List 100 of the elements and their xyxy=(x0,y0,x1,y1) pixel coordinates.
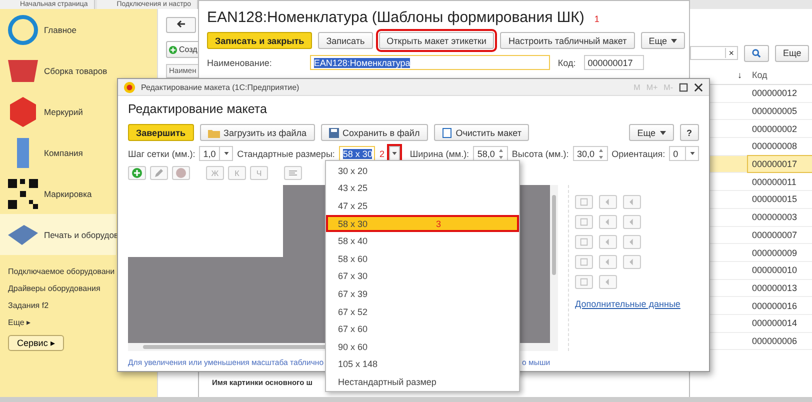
window-title: Редактирование макета (1С:Предприятие) xyxy=(141,82,300,92)
layout-tool-button[interactable] xyxy=(575,235,593,249)
sidebar-link[interactable]: Задания f2 xyxy=(8,301,49,310)
column-header[interactable]: Код xyxy=(748,70,768,80)
service-button[interactable]: Сервис ▸ xyxy=(8,335,64,351)
code-field[interactable]: 000000017 xyxy=(584,55,644,70)
dropdown-item[interactable]: 105 x 148 xyxy=(326,356,519,374)
toolbar-button[interactable]: Открыть макет этикетки xyxy=(378,32,494,49)
dropdown-item[interactable]: 58 x 40 xyxy=(326,232,519,250)
dropdown-item[interactable]: 58 x 30 3 xyxy=(326,214,519,232)
folder-icon xyxy=(208,128,220,138)
layout-tool-button[interactable] xyxy=(599,275,617,289)
plus-icon xyxy=(132,168,142,178)
layout-tool-button[interactable] xyxy=(599,255,617,269)
layout-tool-button[interactable] xyxy=(623,215,641,229)
toolbar-button[interactable]: Сохранить в файл xyxy=(320,124,428,141)
sidebar-section[interactable]: Компания xyxy=(0,132,116,173)
layout-tool-button[interactable] xyxy=(575,275,593,289)
toolbar-button[interactable]: Записать и закрыть xyxy=(207,32,312,49)
table-cell-text: 000000015 xyxy=(751,193,798,206)
standard-size-field[interactable]: 58 x 30 xyxy=(338,146,376,161)
layout-tool-button[interactable] xyxy=(623,255,641,269)
dropdown-item[interactable]: 90 x 60 xyxy=(326,338,519,356)
toolbar-button[interactable]: Загрузить из файла xyxy=(200,124,314,141)
dropdown-item[interactable]: 30 x 20 xyxy=(326,162,519,180)
section-label: Маркировка xyxy=(44,188,92,198)
sidebar-link[interactable]: Драйверы оборудования xyxy=(8,284,100,293)
dropdown-item[interactable]: 67 x 60 xyxy=(326,320,519,338)
sheet-icon xyxy=(442,128,452,138)
orientation-field[interactable]: 0 xyxy=(669,146,699,161)
table-cell-text: 000000009 xyxy=(751,246,798,260)
sidebar-section[interactable]: Меркурий xyxy=(0,91,116,132)
dropdown-item[interactable]: Нестандартный размер xyxy=(326,373,519,391)
add-button[interactable] xyxy=(128,166,146,180)
help-button[interactable]: ? xyxy=(680,124,699,141)
layout-tool-button[interactable] xyxy=(599,235,617,249)
layout-tool-button[interactable] xyxy=(623,235,641,249)
caret-icon xyxy=(671,38,678,42)
table-cell-text: 000000008 xyxy=(751,140,798,154)
step-marker: 3 xyxy=(436,218,441,229)
more-button[interactable]: Еще xyxy=(629,124,674,141)
back-button[interactable] xyxy=(166,17,196,33)
table-cell-text: 000000006 xyxy=(751,334,798,348)
sidebar-section[interactable]: Сборка товаров xyxy=(0,50,116,91)
form-heading: Редактирование макета xyxy=(128,101,268,118)
layout-tool-button[interactable] xyxy=(575,215,593,229)
sort-mark[interactable]: ↓ xyxy=(690,70,748,80)
toolbar-button[interactable]: Завершить xyxy=(128,124,194,141)
pencil-icon xyxy=(154,168,164,178)
toolbar-button[interactable]: Записать xyxy=(318,32,373,49)
sidebar-section[interactable]: Маркировка xyxy=(0,173,116,214)
search-icon xyxy=(752,48,761,58)
toolbar-button[interactable]: Очистить макет xyxy=(434,124,530,141)
grid-step-field[interactable]: 1,0 xyxy=(199,146,234,161)
maximize-icon[interactable] xyxy=(679,82,688,92)
horizontal-scrollbar[interactable] xyxy=(0,397,812,402)
layout-tool-button[interactable] xyxy=(599,215,617,229)
dropdown-item[interactable]: 67 x 39 xyxy=(326,285,519,303)
back-arrow-icon xyxy=(176,19,186,29)
spinner-icon xyxy=(598,148,604,160)
layout-tool-button[interactable] xyxy=(575,255,593,269)
additional-data-link[interactable]: Дополнительные данные xyxy=(575,299,680,309)
create-button[interactable]: Созд xyxy=(166,41,200,58)
sidebar-section[interactable]: Печать и оборудов xyxy=(0,214,116,255)
vertical-scrollbar[interactable] xyxy=(552,195,556,275)
dropdown-item[interactable]: 43 x 25 xyxy=(326,180,519,198)
toolbar-button[interactable]: Еще xyxy=(640,32,686,49)
layout-tool-button[interactable] xyxy=(599,195,617,209)
table-cell-text: 000000013 xyxy=(751,282,798,295)
search-button[interactable] xyxy=(744,44,769,62)
layout-tool-button[interactable] xyxy=(575,195,593,209)
dropdown-item[interactable]: 67 x 30 xyxy=(326,268,519,286)
delete-button[interactable] xyxy=(172,166,190,180)
dropdown-item[interactable]: 58 x 60 xyxy=(326,250,519,268)
section-label: Главное xyxy=(44,24,76,34)
height-field[interactable]: 30,0 xyxy=(572,146,608,161)
dropdown-button[interactable] xyxy=(388,146,400,161)
sidebar-section[interactable]: Главное xyxy=(0,9,116,50)
layout-tool-button[interactable] xyxy=(623,195,641,209)
window-title: EAN128:Номенклатура (Шаблоны формирования ШК) xyxy=(207,9,584,26)
close-icon[interactable] xyxy=(694,82,703,92)
edit-button[interactable] xyxy=(150,166,168,180)
sidebar-link[interactable]: Подключаемое оборудовани xyxy=(8,267,115,276)
dropdown-item[interactable]: 47 x 25 xyxy=(326,197,519,215)
square-icon xyxy=(580,198,588,206)
caret-icon xyxy=(224,152,229,155)
align-button[interactable] xyxy=(284,166,302,180)
table-cell-text: 000000014 xyxy=(751,317,798,330)
dropdown-item[interactable]: 67 x 52 xyxy=(326,302,519,320)
align-lines-icon xyxy=(288,168,298,178)
table-cell-text: 000000012 xyxy=(751,87,798,100)
more-button[interactable]: Еще xyxy=(775,44,810,62)
toolbar-button[interactable]: Настроить табличный макет xyxy=(500,32,635,49)
width-field[interactable]: 58,0 xyxy=(473,146,508,161)
field-label: Шаг сетки (мм.): xyxy=(128,148,196,158)
more-link[interactable]: Еще ▸ xyxy=(8,318,30,327)
payment-terminal-icon xyxy=(8,224,38,244)
clear-button[interactable]: × xyxy=(724,48,737,58)
name-field[interactable]: EAN128:Номенклатура xyxy=(310,55,550,70)
section-label: Сборка товаров xyxy=(44,66,108,76)
